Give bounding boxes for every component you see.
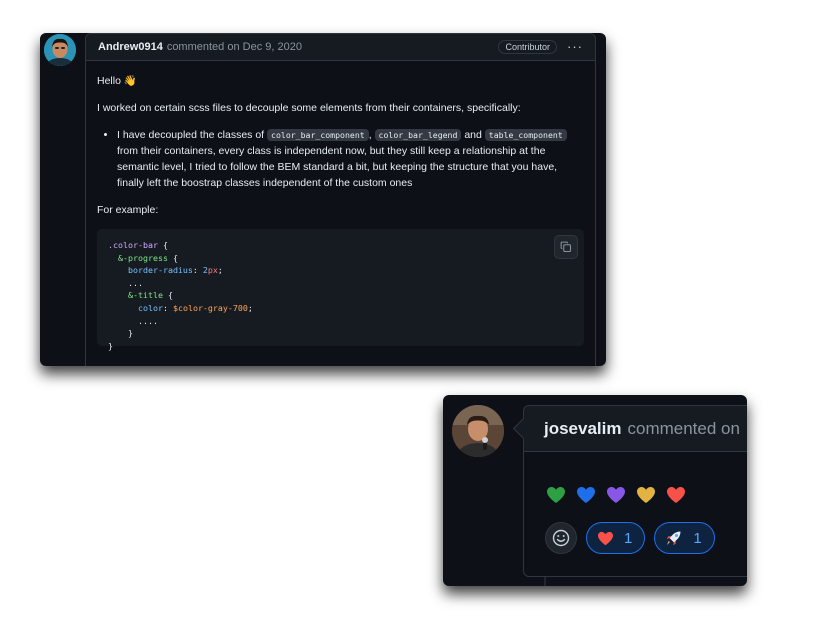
- code-token: px: [207, 265, 218, 276]
- intro-paragraph: I worked on certain scss files to decoup…: [97, 102, 521, 114]
- code-line: border-radius: 2px;: [108, 264, 573, 277]
- comment-card-andrew: Andrew0914 commented on Dec 9, 2020 Cont…: [40, 33, 606, 366]
- code-token: {: [162, 240, 168, 250]
- bullet-and: and: [464, 129, 482, 141]
- code-token: ;: [247, 302, 253, 313]
- comment-author-link[interactable]: Andrew0914: [98, 41, 163, 53]
- contributor-badge: Contributor: [498, 40, 557, 54]
- bullet-separator: ,: [368, 129, 372, 141]
- inline-code-color-bar-component: color_bar_component: [267, 129, 369, 141]
- code-token: ....: [137, 315, 158, 326]
- code-token: color: [137, 302, 163, 313]
- smiley-icon: [552, 529, 570, 547]
- code-token: }: [108, 340, 113, 351]
- code-line: &-title {: [108, 289, 573, 302]
- avatar-josevalim[interactable]: [452, 405, 504, 457]
- comment-body: Hello 👋 I worked on certain scss files t…: [86, 61, 595, 358]
- heart-icon: [598, 531, 613, 545]
- rocket-icon: [667, 531, 681, 545]
- code-line: }: [108, 340, 573, 353]
- avatar-josevalim-image: [452, 405, 504, 457]
- comment-card-josevalim: josevalim commented on 1 1: [443, 395, 747, 586]
- list-item: I have decoupled the classes of color_ba…: [117, 127, 584, 191]
- example-label: For example:: [97, 204, 159, 216]
- copy-button[interactable]: [554, 235, 578, 259]
- bullet-text-part2: from their containers, every class is in…: [117, 145, 558, 189]
- code-line: ....: [108, 315, 573, 328]
- comment-meta[interactable]: commented on: [628, 419, 740, 439]
- code-token: $color-gray-700: [172, 302, 248, 313]
- code-token: border-radius: [127, 265, 193, 276]
- code-token: }: [127, 328, 133, 339]
- copy-icon: [560, 241, 572, 253]
- reaction-heart-button[interactable]: 1: [586, 522, 646, 554]
- yellow-heart-icon: [637, 487, 655, 503]
- bullet-text-part1: I have decoupled the classes of: [117, 129, 265, 141]
- code-line: &-progress {: [108, 252, 573, 265]
- inline-code-table-component: table_component: [484, 129, 567, 141]
- code-token: ;: [217, 265, 223, 276]
- inline-code-color-bar-legend: color_bar_legend: [374, 129, 462, 141]
- avatar-andrew-image: [44, 34, 76, 66]
- avatar-andrew[interactable]: [44, 34, 76, 66]
- comment-box: Andrew0914 commented on Dec 9, 2020 Cont…: [85, 33, 596, 366]
- code-token: ...: [127, 277, 143, 288]
- purple-heart-icon: [607, 487, 625, 503]
- greeting-text: Hello: [97, 75, 121, 87]
- comment-box: josevalim commented on 1 1: [512, 405, 747, 577]
- reactions-bar: 1 1: [545, 522, 715, 554]
- greeting-paragraph: Hello 👋: [97, 73, 584, 89]
- code-line: }: [108, 327, 573, 340]
- code-line: color: $color-gray-700;: [108, 302, 573, 315]
- code-line: ...: [108, 277, 573, 290]
- code-token: {: [167, 290, 173, 301]
- code-block: .color-bar { &-progress { border-radius:…: [97, 229, 584, 351]
- reaction-rocket-button[interactable]: 1: [654, 522, 715, 554]
- comment-header: Andrew0914 commented on Dec 9, 2020 Cont…: [86, 34, 595, 61]
- code-token: {: [172, 252, 178, 263]
- kebab-menu-icon[interactable]: ···: [567, 40, 583, 53]
- reaction-count: 1: [693, 529, 702, 547]
- code-token: &-title: [127, 290, 163, 301]
- red-heart-icon: [667, 487, 685, 503]
- code-token: .color-bar: [108, 240, 158, 250]
- add-reaction-button[interactable]: [545, 522, 577, 554]
- code-token: &-progress: [118, 252, 168, 263]
- code-token: :: [192, 265, 198, 276]
- code-line: .color-bar {: [108, 239, 573, 252]
- comment-author-link[interactable]: josevalim: [544, 419, 622, 439]
- comment-header: josevalim commented on: [524, 406, 747, 452]
- heart-emoji-row: [546, 486, 686, 504]
- comment-timestamp[interactable]: commented on Dec 9, 2020: [167, 41, 302, 53]
- reaction-count: 1: [624, 529, 633, 547]
- green-heart-icon: [547, 487, 565, 503]
- code-token: :: [162, 302, 168, 313]
- blue-heart-icon: [577, 487, 595, 503]
- wave-emoji-icon: 👋: [123, 75, 137, 87]
- bullet-list: I have decoupled the classes of color_ba…: [97, 127, 584, 191]
